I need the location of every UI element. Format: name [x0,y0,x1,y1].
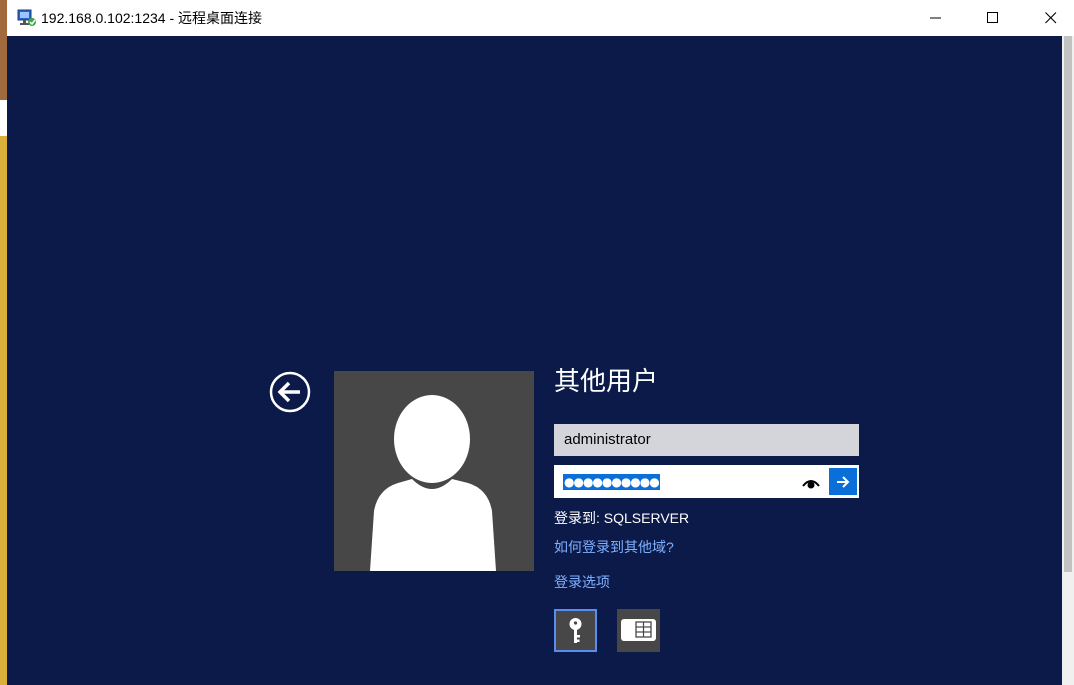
user-silhouette-icon [370,395,496,571]
back-button[interactable] [269,371,311,413]
minimize-button[interactable] [913,0,959,36]
other-domain-link[interactable]: 如何登录到其他域? [554,537,674,557]
maximize-icon [987,12,998,23]
user-avatar [334,371,534,571]
arrow-right-icon [837,475,850,488]
vertical-scrollbar[interactable] [1062,36,1074,685]
smart-card-icon [621,619,656,641]
password-value: ●●●●●●●●●● [563,474,660,490]
minimize-icon [930,17,941,19]
sign-in-options-link[interactable]: 登录选项 [554,572,610,592]
back-arrow-icon [269,371,311,413]
maximize-button[interactable] [970,0,1016,36]
remote-desktop-icon [17,9,36,26]
close-button[interactable] [1028,0,1074,36]
user-title: 其他用户 [554,367,659,397]
eye-icon[interactable] [801,476,821,490]
password-option-button[interactable] [554,609,597,652]
remote-desktop-screen: 其他用户 administrator ●●●●●●●●●● 登录到: SQLSE… [7,36,1062,685]
key-icon [569,618,582,643]
username-field[interactable]: administrator [554,424,859,456]
scrollbar-thumb[interactable] [1064,36,1072,572]
title-bar: 192.168.0.102:1234 - 远程桌面连接 [7,0,1074,36]
window-title: 192.168.0.102:1234 - 远程桌面连接 [41,10,263,26]
background-window-edge [0,0,7,685]
password-field[interactable]: ●●●●●●●●●● [554,465,859,498]
close-icon [1045,12,1057,24]
submit-button[interactable] [829,468,857,495]
sign-in-to-domain: 登录到: SQLSERVER [554,510,690,526]
smart-card-option-button[interactable] [617,609,660,652]
